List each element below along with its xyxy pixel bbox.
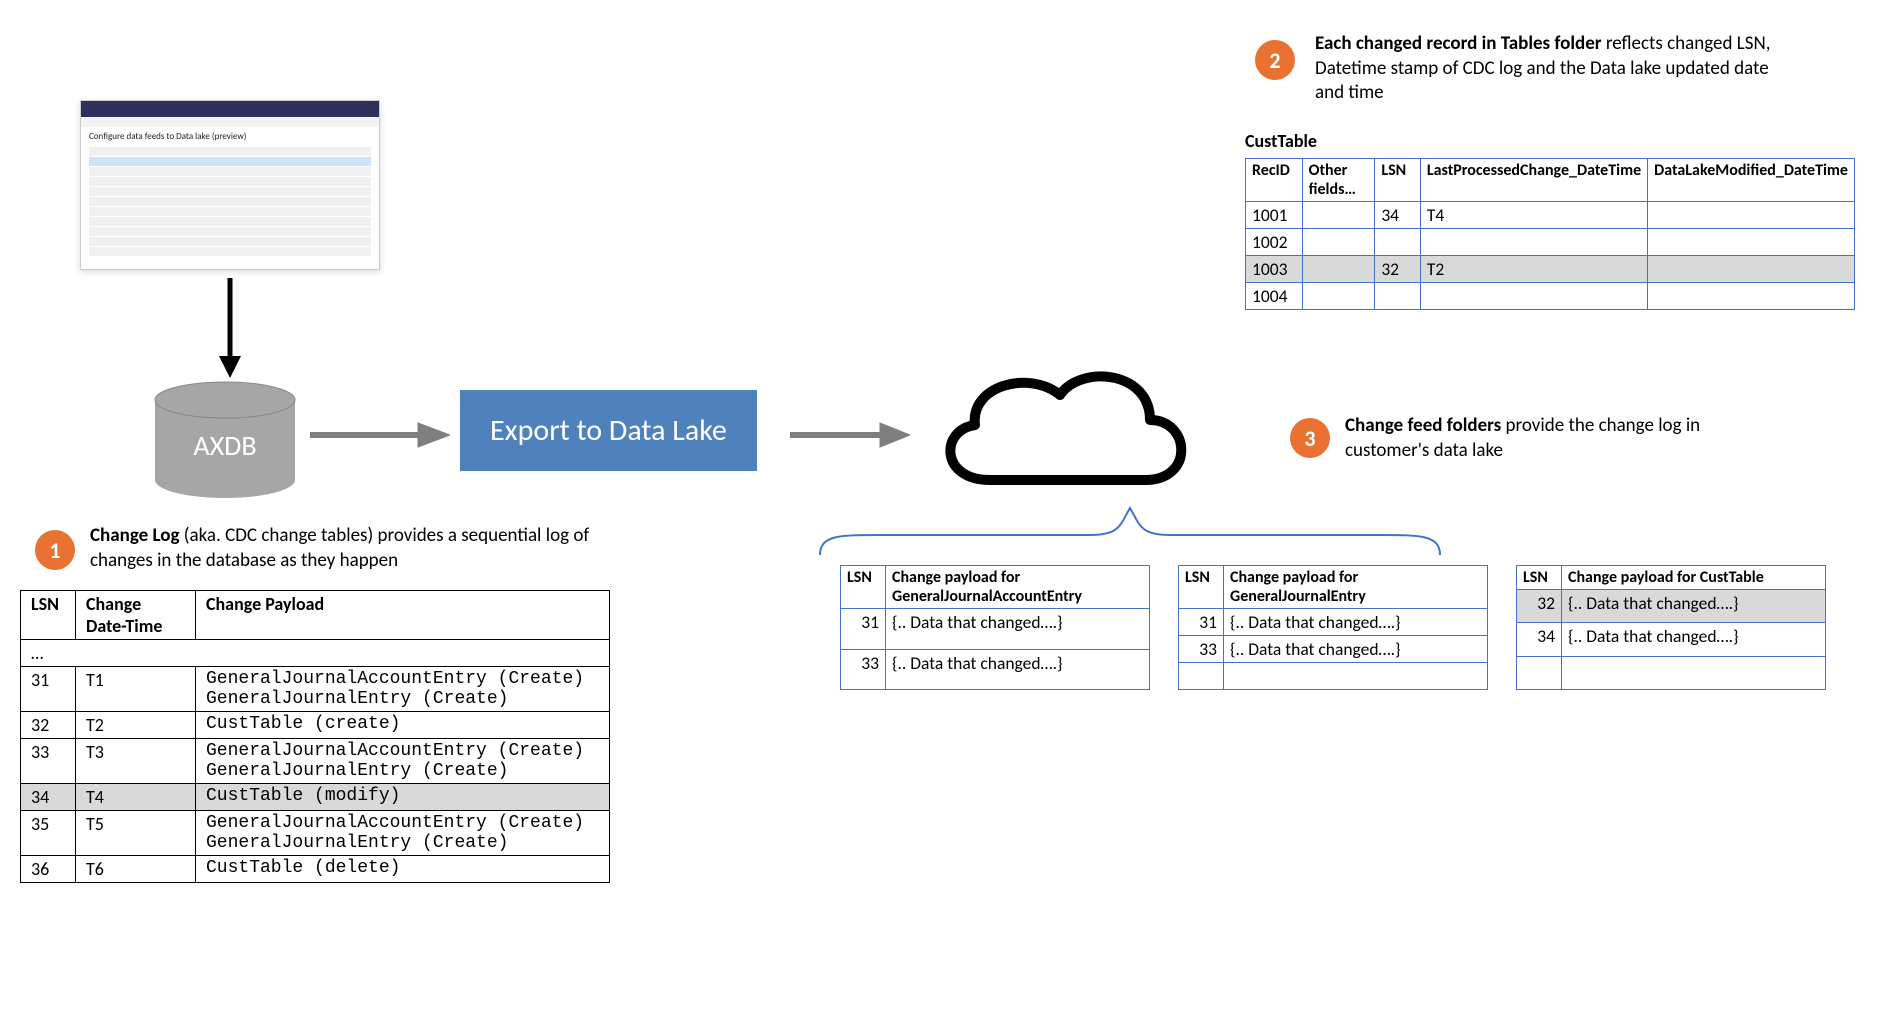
col-change-datetime: Change Date-Time <box>76 591 196 640</box>
annot-3-text: Change feed folders provide the change l… <box>1345 414 1765 463</box>
annot-2-text: Each changed record in Tables folder ref… <box>1315 32 1795 106</box>
changelog-table: LSN Change Date-Time Change Payload …31T… <box>20 590 610 883</box>
table-row: … <box>21 640 610 667</box>
table-row: 100134T4 <box>1246 202 1855 229</box>
table-row: 31T1GeneralJournalAccountEntry (Create) … <box>21 667 610 712</box>
badge-1: 1 <box>35 530 75 570</box>
cloud-icon <box>920 340 1200 515</box>
axdb-label: AXDB <box>193 428 256 463</box>
col-lsn: LSN <box>21 591 76 640</box>
custtable-title: CustTable <box>1245 130 1855 152</box>
arrow-right-icon <box>790 420 910 450</box>
col-other: Other fields… <box>1302 159 1375 202</box>
custtable-block: CustTable RecID Other fields… LSN LastPr… <box>1245 130 1855 310</box>
export-box: Export to Data Lake <box>460 390 757 471</box>
col-change-payload: Change Payload <box>196 591 610 640</box>
table-row: 100332T2 <box>1246 256 1855 283</box>
table-row: 31{.. Data that changed….} <box>841 609 1150 650</box>
col-lp: LastProcessedChange_DateTime <box>1420 159 1647 202</box>
table-row: 33{.. Data that changed….} <box>1179 636 1488 663</box>
badge-2: 2 <box>1255 40 1295 80</box>
annot-1-text: Change Log (aka. CDC change tables) prov… <box>90 524 650 573</box>
table-row: 32T2CustTable (create) <box>21 712 610 739</box>
col-dl: DataLakeModified_DateTime <box>1648 159 1855 202</box>
table-row: 33{.. Data that changed….} <box>841 649 1150 690</box>
col-lsn: LSN <box>1375 159 1421 202</box>
table-row: 1004 <box>1246 283 1855 310</box>
brace-icon <box>800 500 1460 560</box>
feed-tables: LSNChange payload for GeneralJournalAcco… <box>840 565 1826 690</box>
table-row: 32{.. Data that changed….} <box>1517 590 1826 623</box>
custtable: RecID Other fields… LSN LastProcessedCha… <box>1245 158 1855 310</box>
axdb-cylinder-icon: AXDB <box>150 380 300 500</box>
mini-title: Configure data feeds to Data lake (previ… <box>81 127 379 146</box>
badge-3: 3 <box>1290 418 1330 458</box>
app-screenshot-thumb: Configure data feeds to Data lake (previ… <box>80 100 380 270</box>
table-row: 31{.. Data that changed….} <box>1179 609 1488 636</box>
table-row: 34T4CustTable (modify) <box>21 784 610 811</box>
feed-table: LSNChange payload for GeneralJournalEntr… <box>1178 565 1488 690</box>
table-row: 36T6CustTable (delete) <box>21 856 610 883</box>
arrow-down-icon <box>215 278 245 378</box>
arrow-right-icon <box>310 420 450 450</box>
export-label: Export to Data Lake <box>490 412 727 449</box>
feed-table: LSNChange payload for GeneralJournalAcco… <box>840 565 1150 690</box>
table-row <box>1179 663 1488 690</box>
table-row: 1002 <box>1246 229 1855 256</box>
feed-table: LSNChange payload for CustTable32{.. Dat… <box>1516 565 1826 690</box>
table-row: 35T5GeneralJournalAccountEntry (Create) … <box>21 811 610 856</box>
table-row <box>1517 656 1826 689</box>
table-row: 33T3GeneralJournalAccountEntry (Create) … <box>21 739 610 784</box>
col-recid: RecID <box>1246 159 1303 202</box>
table-row: 34{.. Data that changed….} <box>1517 623 1826 656</box>
